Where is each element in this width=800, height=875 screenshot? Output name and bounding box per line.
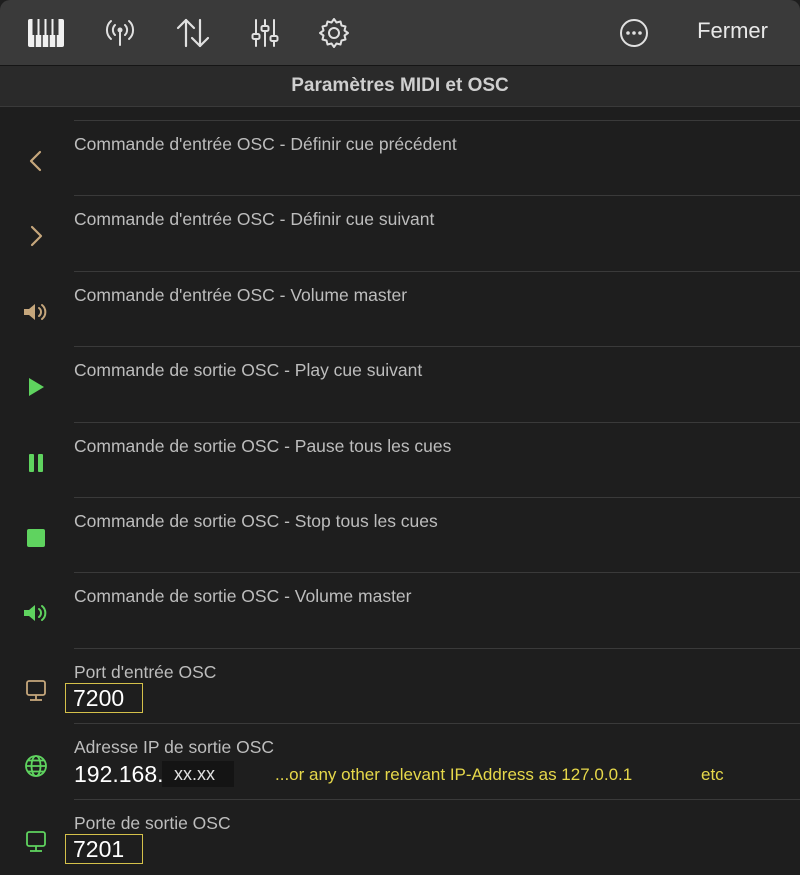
row-divider xyxy=(74,723,800,725)
list-item-output-port: Porte de sortie OSC 7201 xyxy=(0,798,800,874)
row-divider xyxy=(74,346,800,348)
gear-icon[interactable] xyxy=(314,13,354,53)
ip-annotation-suffix: etc xyxy=(701,765,724,785)
row-divider xyxy=(74,270,800,272)
toolbar: Fermer xyxy=(0,0,800,66)
page-title: Paramètres MIDI et OSC xyxy=(0,66,800,107)
row-label: Commande de sortie OSC - Pause tous les … xyxy=(74,435,452,456)
row-divider xyxy=(74,120,800,121)
ip-mask-overlay: xx.xx xyxy=(162,761,234,788)
field-label: Porte de sortie OSC xyxy=(74,812,231,833)
speaker-icon xyxy=(18,294,54,330)
row-divider xyxy=(74,647,800,649)
list-item-output-volume[interactable]: Commande de sortie OSC - Volume master xyxy=(0,558,800,633)
play-icon xyxy=(18,369,54,405)
row-divider xyxy=(74,798,800,800)
row-divider xyxy=(74,195,800,197)
list-item-input-port: Port d'entrée OSC 7200 xyxy=(0,647,800,723)
list-item-pause-all[interactable]: Commande de sortie OSC - Pause tous les … xyxy=(0,408,800,483)
row-label: Commande d'entrée OSC - Définir cue suiv… xyxy=(74,209,435,230)
row-label: Commande de sortie OSC - Stop tous les c… xyxy=(74,510,438,531)
field-label: Port d'entrée OSC xyxy=(74,661,217,682)
list-item-output-ip: Adresse IP de sortie OSC 192.168. xx.xx … xyxy=(0,723,800,798)
list-item-input-volume[interactable]: Commande d'entrée OSC - Volume master xyxy=(0,257,800,332)
settings-list: Commande d'entrée OSC - Définir cue préc… xyxy=(0,106,800,874)
chevron-left-icon xyxy=(18,143,54,179)
row-label: Commande d'entrée OSC - Volume master xyxy=(74,284,408,305)
speaker-icon xyxy=(18,595,54,631)
broadcast-antenna-icon[interactable] xyxy=(100,13,140,53)
piano-keyboard-icon[interactable] xyxy=(26,13,66,53)
up-down-arrows-icon[interactable] xyxy=(173,13,213,53)
row-divider xyxy=(74,572,800,574)
close-button[interactable]: Fermer xyxy=(697,18,768,44)
row-divider xyxy=(74,421,800,423)
input-port-field[interactable]: 7200 xyxy=(65,682,143,713)
pause-icon xyxy=(18,445,54,481)
output-port-field[interactable]: 7201 xyxy=(65,833,143,864)
row-label: Commande de sortie OSC - Volume master xyxy=(74,586,412,607)
computer-icon xyxy=(18,824,54,860)
row-divider xyxy=(74,496,800,498)
stop-icon xyxy=(18,520,54,556)
row-label: Commande de sortie OSC - Play cue suivan… xyxy=(74,360,423,381)
list-item-next-cue[interactable]: Commande d'entrée OSC - Définir cue suiv… xyxy=(0,181,800,256)
sliders-icon[interactable] xyxy=(245,13,285,53)
more-ellipsis-icon[interactable] xyxy=(614,13,654,53)
ip-annotation: ...or any other relevant IP-Address as 1… xyxy=(275,765,633,785)
list-item-play-next[interactable]: Commande de sortie OSC - Play cue suivan… xyxy=(0,332,800,407)
list-item-stop-all[interactable]: Commande de sortie OSC - Stop tous les c… xyxy=(0,483,800,558)
list-item-prev-cue[interactable]: Commande d'entrée OSC - Définir cue préc… xyxy=(0,106,800,181)
chevron-right-icon xyxy=(18,218,54,254)
computer-icon xyxy=(18,673,54,709)
field-label: Adresse IP de sortie OSC xyxy=(74,737,275,758)
output-ip-field[interactable]: 192.168. xyxy=(74,761,164,788)
row-label: Commande d'entrée OSC - Définir cue préc… xyxy=(74,134,457,154)
globe-icon xyxy=(18,748,54,784)
